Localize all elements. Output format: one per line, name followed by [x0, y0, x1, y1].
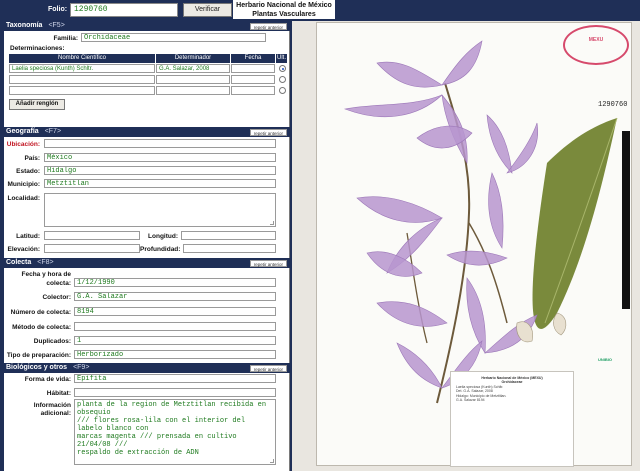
herbarium-sheet: MEXU 1290760 UNIBIO Herbario Nacional de…	[316, 22, 632, 467]
forma-vida-field[interactable]: Epífita	[74, 374, 276, 383]
det-nombre-cell[interactable]	[9, 86, 155, 95]
familia-field[interactable]: Orchidaceae	[81, 33, 266, 42]
informacion-adicional-label-line1: Información	[33, 402, 71, 409]
informacion-adicional-label-line2: adicional:	[40, 410, 71, 417]
tipo-preparacion-field[interactable]: Herborizado	[74, 350, 276, 359]
resize-handle-icon[interactable]	[270, 221, 274, 225]
section-title: Taxonomía	[6, 22, 43, 29]
section-header-colecta: Colecta <F8> repetir anterior	[4, 258, 290, 268]
top-bar: Folio: 1290760 Verificar Herbario Nacion…	[0, 0, 640, 21]
det-fecha-cell[interactable]	[231, 86, 275, 95]
section-header-biologicos: Biológicos y otros <F9> repetir anterior	[4, 363, 290, 373]
elevacion-label: Elevación:	[7, 246, 40, 253]
herbarium-stamp: MEXU	[563, 25, 629, 65]
specimen-image-viewer[interactable]: MEXU 1290760 UNIBIO Herbario Nacional de…	[292, 21, 640, 471]
info-line: marcas magenta /// prensada en cultivo 2…	[77, 433, 237, 449]
duplicados-field[interactable]: 1	[74, 336, 276, 345]
unibio-logo: UNIBIO	[598, 357, 612, 362]
section-header-taxonomia: Taxonomía <F5> repetir anterior	[4, 21, 290, 31]
ubicacion-label: Ubicación:	[6, 141, 40, 148]
column-header-fecha: Fecha	[231, 54, 276, 63]
info-line: /// flores rosa-lila con el interior del…	[77, 417, 246, 433]
herbarium-title-line1: Herbario Nacional de México	[236, 2, 332, 9]
section-title: Biológicos y otros	[6, 364, 68, 371]
det-determinador-cell[interactable]: G.A. Salazar, 2008	[156, 64, 230, 73]
localidad-textarea[interactable]	[44, 193, 276, 227]
estado-field[interactable]: Hidalgo	[44, 166, 276, 175]
duplicados-label: Duplicados:	[33, 338, 71, 345]
pais-label: País:	[24, 155, 40, 162]
label-collector: G.A. Salazar 8194	[456, 398, 485, 403]
latitud-field[interactable]	[44, 231, 140, 240]
colector-label: Colector:	[42, 294, 71, 301]
color-scale-bar	[622, 131, 630, 309]
municipio-label: Municipio:	[7, 181, 41, 188]
verify-button[interactable]: Verificar	[183, 3, 232, 17]
accession-number: 1290760	[598, 101, 628, 109]
specimen-label: Herbario Nacional de México (MEXU) Orchi…	[450, 371, 574, 467]
folio-input[interactable]: 1290760	[70, 3, 178, 17]
column-header-ult: Ult.	[276, 54, 288, 63]
section-title: Geografía	[6, 128, 39, 135]
det-determinador-cell[interactable]	[156, 75, 230, 84]
numero-colecta-field[interactable]: 8194	[74, 307, 276, 316]
estado-label: Estado:	[16, 168, 40, 175]
info-line: respaldo de extracción de ADN	[77, 449, 199, 457]
column-header-determinador: Determinador	[156, 54, 231, 63]
pais-field[interactable]: México	[44, 153, 276, 162]
add-row-button[interactable]: Añadir renglón	[9, 99, 65, 110]
det-fecha-cell[interactable]	[231, 75, 275, 84]
shortcut-key: <F7>	[44, 128, 62, 135]
det-nombre-cell[interactable]: Laelia speciosa (Kunth) Schltr.	[9, 64, 155, 73]
forma-vida-label: Forma de vida:	[24, 376, 71, 383]
info-line: planta de la region de Metztitlan recibi…	[77, 401, 267, 417]
municipio-field[interactable]: Metztitlan	[44, 179, 276, 188]
profundidad-label: Profundidad:	[140, 246, 181, 253]
habitat-label: Hábitat:	[46, 390, 71, 397]
repeat-previous-button[interactable]: repetir anterior	[249, 22, 287, 30]
metodo-colecta-label: Método de colecta:	[12, 324, 71, 331]
det-fecha-cell[interactable]	[231, 64, 275, 73]
numero-colecta-label: Número de colecta:	[10, 309, 71, 316]
fecha-colecta-label-line2: colecta:	[46, 280, 71, 287]
longitud-label: Longitud:	[148, 233, 178, 240]
latitud-label: Latitud:	[16, 233, 40, 240]
herbarium-title: Herbario Nacional de México Plantas Vasc…	[233, 0, 335, 19]
data-entry-panel: Taxonomía <F5> repetir anterior Familia: O…	[4, 21, 290, 471]
shortcut-key: <F8>	[37, 259, 54, 266]
tipo-preparacion-label: Tipo de preparación:	[6, 352, 71, 359]
herbarium-title-line2: Plantas Vasculares	[252, 11, 316, 18]
folio-label: Folio:	[48, 6, 68, 13]
repeat-previous-button[interactable]: repetir anterior	[249, 364, 287, 372]
fecha-colecta-label-line1: Fecha y hora de	[21, 271, 72, 278]
familia-label: Familia:	[53, 35, 78, 42]
ubicacion-field[interactable]	[44, 139, 276, 148]
last-det-radio[interactable]	[279, 87, 286, 94]
repeat-previous-button[interactable]: repetir anterior	[249, 259, 287, 267]
last-det-radio[interactable]	[279, 65, 286, 72]
elevacion-field[interactable]	[44, 244, 140, 253]
last-det-radio[interactable]	[279, 76, 286, 83]
resize-handle-icon[interactable]	[270, 459, 274, 463]
section-title: Colecta	[6, 259, 32, 266]
det-determinador-cell[interactable]	[156, 86, 230, 95]
habitat-field[interactable]	[74, 388, 276, 397]
metodo-colecta-field[interactable]	[74, 322, 276, 331]
colector-field[interactable]: G.A. Salazar	[74, 292, 276, 301]
shortcut-key: <F9>	[73, 364, 90, 371]
determinaciones-label: Determinaciones:	[10, 45, 65, 52]
informacion-adicional-textarea[interactable]: planta de la region de Metztitlan recibi…	[74, 399, 276, 465]
column-header-nombre: Nombre Científico	[9, 54, 156, 63]
fecha-colecta-field[interactable]: 1/12/1990	[74, 278, 276, 287]
profundidad-field[interactable]	[183, 244, 276, 253]
localidad-label: Localidad:	[7, 195, 40, 202]
det-nombre-cell[interactable]	[9, 75, 155, 84]
longitud-field[interactable]	[181, 231, 276, 240]
repeat-previous-button[interactable]: repetir anterior	[249, 128, 287, 136]
section-header-geografia: Geografía <F7> repetir anterior	[4, 127, 290, 137]
shortcut-key: <F5>	[48, 22, 65, 29]
